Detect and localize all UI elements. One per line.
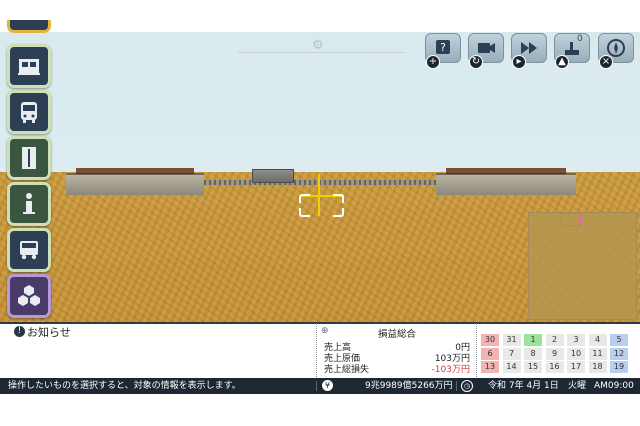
cursor-bracket	[299, 194, 310, 203]
calendar-day[interactable]: 31	[502, 334, 521, 346]
resources-button[interactable]	[7, 274, 51, 318]
rotate-icon: ↻	[469, 55, 483, 69]
clock-icon: ◷	[461, 380, 473, 392]
help-button[interactable]: ? +	[425, 33, 461, 69]
cursor-bracket	[299, 208, 310, 217]
calendar-day[interactable]: 9	[545, 347, 564, 360]
notice-label: お知らせ	[27, 326, 71, 339]
money-value: 9兆9989億5266万円	[365, 381, 453, 391]
station-roof-right	[446, 168, 566, 174]
calendar-day[interactable]: 13	[481, 361, 499, 373]
calendar-day[interactable]: 16	[545, 361, 564, 373]
camera-button[interactable]: ↻	[468, 33, 504, 69]
calendar-day[interactable]: 30	[481, 334, 499, 346]
gross-loss-label: 売上総損失	[324, 365, 370, 375]
profit-loss-panel[interactable]: ⊕ 損益総合 売上高 0円 売上原価 103万円 売上総損失 -103万円	[318, 323, 477, 377]
train[interactable]	[252, 169, 294, 183]
minimap[interactable]	[528, 212, 637, 320]
weekday-value: 火曜	[568, 381, 587, 391]
speed-button[interactable]: ▸	[511, 33, 547, 69]
railway-track[interactable]	[204, 180, 436, 185]
status-separator	[456, 381, 457, 391]
up-arrow-icon: ▲	[555, 55, 569, 69]
close-icon: ×	[599, 55, 613, 69]
plus-icon: +	[426, 55, 440, 69]
time-value: AM09:00	[594, 381, 634, 391]
road-button[interactable]	[7, 136, 51, 180]
calendar-day[interactable]: 14	[502, 361, 521, 373]
gross-loss-row: 売上総損失 -103万円	[324, 362, 470, 375]
date-value: 令和 7年 4月 1日	[488, 381, 559, 391]
calendar-day[interactable]: 11	[588, 347, 607, 360]
notice-panel[interactable]: ! お知らせ	[4, 323, 317, 377]
layer-count: 0	[577, 34, 583, 44]
notice-icon: !	[14, 326, 25, 337]
play-icon: ▸	[512, 55, 526, 69]
calendar-day[interactable]: 7	[502, 347, 521, 360]
calendar-day[interactable]: 1	[524, 334, 542, 346]
station-roof-left	[76, 168, 194, 174]
station-platform-right[interactable]	[436, 173, 576, 195]
station-platform-left[interactable]	[66, 173, 204, 195]
cursor-bracket	[333, 208, 344, 217]
yen-icon: ¥	[322, 380, 333, 391]
calendar-day[interactable]: 8	[524, 347, 542, 360]
calendar-day[interactable]: 2	[545, 334, 564, 346]
side-menu-top-button[interactable]	[7, 20, 51, 33]
truck-icon	[20, 241, 38, 260]
calendar-day[interactable]: 6	[481, 347, 499, 360]
calendar-day[interactable]: 5	[610, 334, 628, 346]
profit-loss-title: 損益総合	[377, 329, 416, 340]
calendar-day[interactable]: 19	[610, 361, 628, 373]
layer-button[interactable]: ▲	[554, 33, 590, 69]
info-button[interactable]	[7, 182, 51, 226]
settings-gear-icon[interactable]: ⚙	[312, 38, 326, 53]
calendar-day[interactable]: 10	[567, 347, 585, 360]
status-bar: 操作したいものを選択すると、対象の情報を表示します。 ¥ 9兆9989億5266…	[0, 378, 640, 394]
cursor-bracket	[333, 194, 344, 203]
road-icon	[22, 147, 36, 169]
calendar-day[interactable]: 12	[610, 347, 628, 360]
calendar-day[interactable]: 3	[567, 334, 585, 346]
station-icon	[18, 59, 40, 75]
calendar-day[interactable]: 17	[567, 361, 585, 373]
minimap-viewport-frame[interactable]	[561, 213, 581, 226]
station-build-button[interactable]	[7, 44, 51, 88]
calendar-day[interactable]: 18	[588, 361, 607, 373]
bus-button[interactable]	[7, 90, 51, 134]
hexagons-icon	[18, 285, 40, 306]
compass-button[interactable]: ×	[598, 33, 634, 69]
bus-icon	[21, 102, 37, 123]
calendar-day[interactable]: 4	[588, 334, 607, 346]
info-icon	[23, 193, 35, 214]
gross-loss-value: -103万円	[431, 365, 470, 375]
calendar-day[interactable]: 15	[524, 361, 542, 373]
vehicle-button[interactable]	[7, 228, 51, 272]
status-hint: 操作したいものを選択すると、対象の情報を表示します。	[8, 381, 241, 391]
svg-text:?: ?	[440, 41, 446, 54]
status-separator	[316, 381, 317, 391]
